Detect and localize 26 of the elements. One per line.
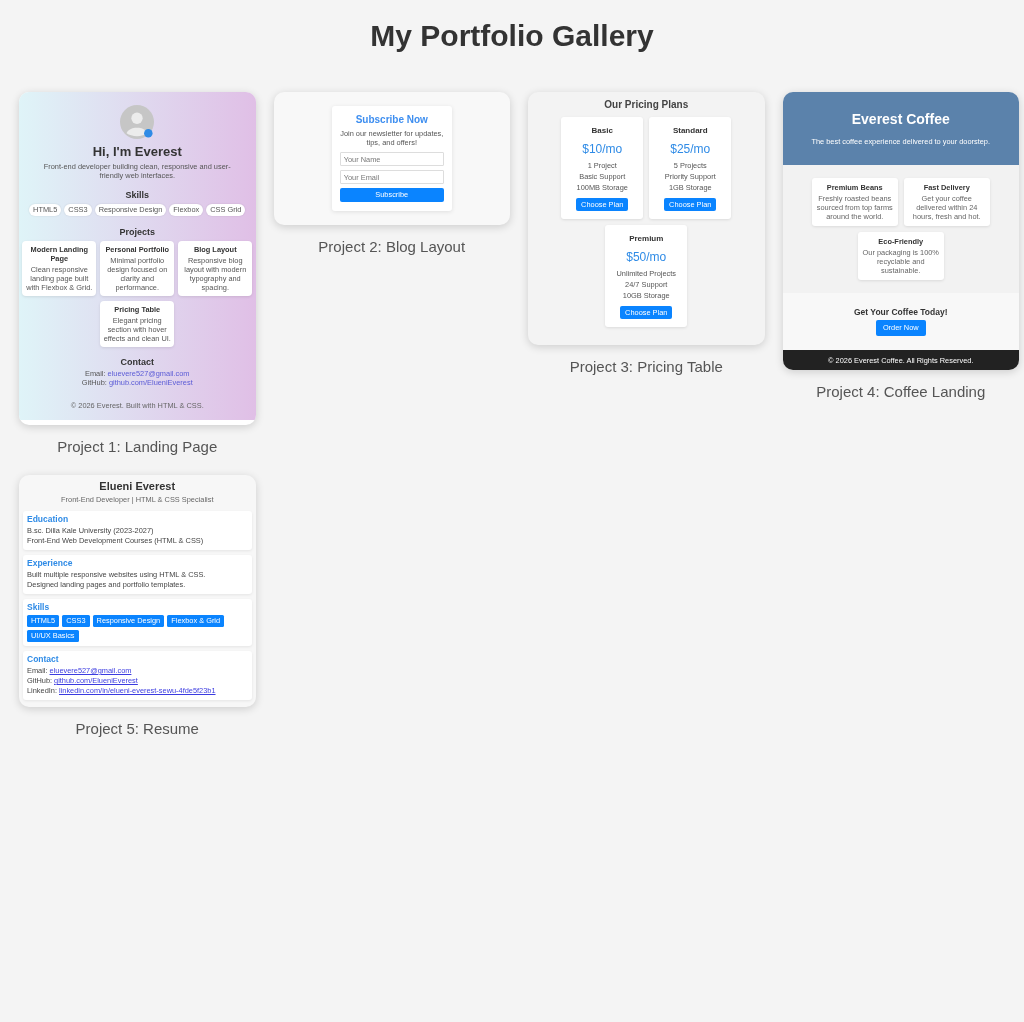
- resume-name: Elueni Everest: [99, 480, 176, 493]
- section-heading: Experience: [27, 558, 74, 569]
- cta-heading: Get Your Coffee Today!: [854, 307, 948, 317]
- project-caption: Project 2: Blog Layout: [318, 238, 466, 255]
- page-title: My Portfolio Gallery: [369, 18, 655, 54]
- project-caption: Project 4: Coffee Landing: [816, 383, 986, 400]
- section-heading: Projects: [119, 227, 155, 238]
- project-caption: Project 3: Pricing Table: [569, 358, 723, 375]
- pricing-title: Our Pricing Plans: [604, 99, 689, 111]
- section-heading: Skills: [125, 190, 149, 201]
- section-heading: Education: [27, 514, 70, 525]
- plan-price: $25/mo: [670, 142, 711, 156]
- project-caption: Project 5: Resume: [75, 720, 199, 737]
- project-caption: Project 1: Landing Page: [57, 438, 218, 455]
- plan-price: $10/mo: [582, 142, 623, 156]
- plan-name: Standard: [672, 126, 708, 136]
- hero-heading: Hi, I'm Everest: [92, 144, 182, 159]
- brand-title: Everest Coffee: [851, 111, 950, 127]
- plan-name: Basic: [591, 126, 613, 136]
- section-heading: Contact: [120, 357, 154, 368]
- subscribe-title: Subscribe Now: [355, 114, 428, 126]
- avatar-icon: [120, 105, 155, 139]
- section-heading: Skills: [27, 602, 51, 613]
- section-heading: Contact: [27, 654, 60, 665]
- plan-name: Premium: [629, 234, 664, 244]
- plan-price: $50/mo: [626, 250, 667, 264]
